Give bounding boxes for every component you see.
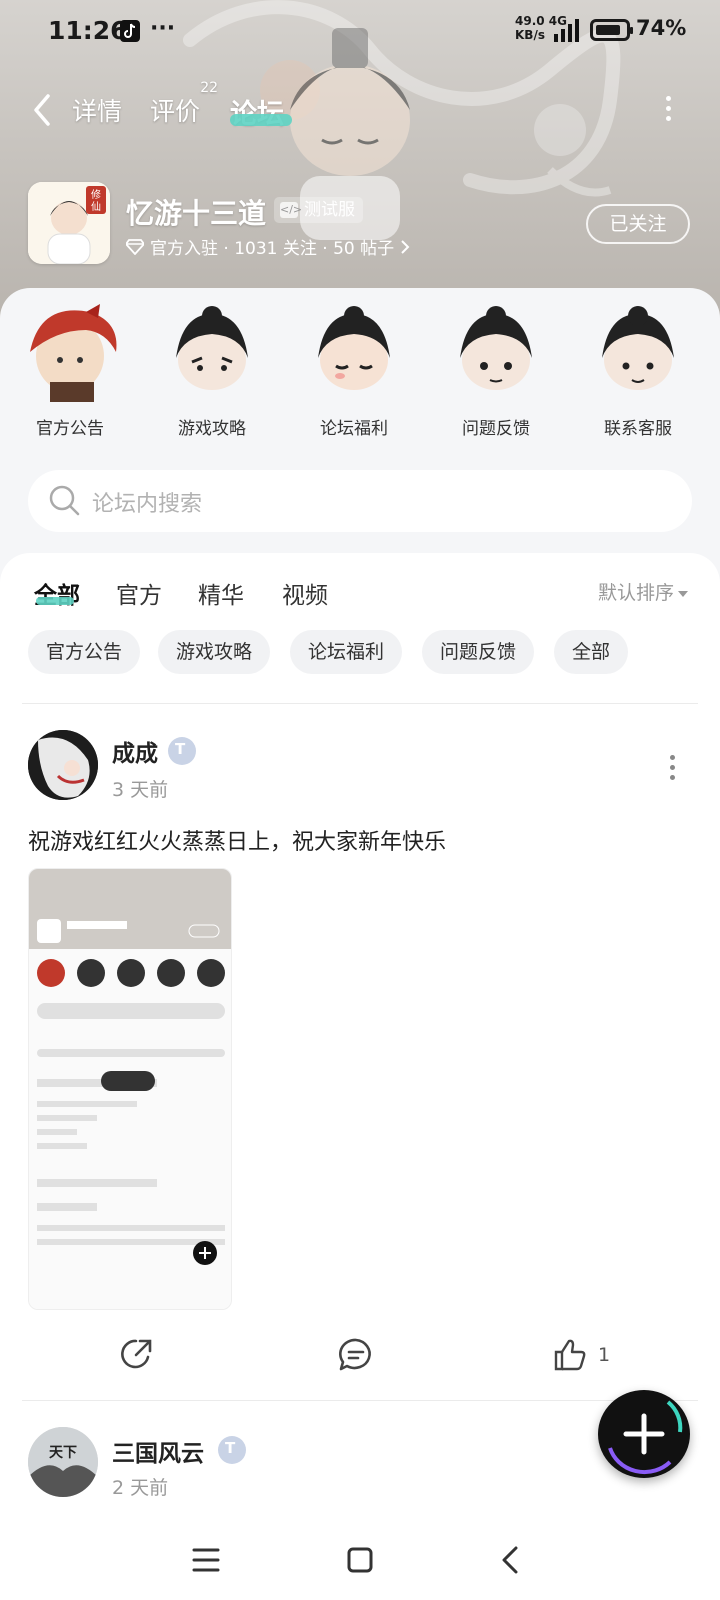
home-icon[interactable]	[340, 1540, 380, 1580]
post-content[interactable]: 祝游戏红红火火蒸蒸日上，祝大家新年快乐	[28, 824, 446, 856]
level-badge-icon	[218, 1436, 246, 1464]
reviews-count-badge: 22	[200, 80, 219, 96]
battery-percent: 74%	[636, 16, 687, 40]
diamond-icon	[126, 238, 144, 255]
forum-search-input[interactable]: 论坛内搜索	[28, 470, 692, 532]
user-avatar-icon	[28, 730, 98, 800]
category-customer-service[interactable]: 联系客服	[578, 302, 698, 439]
create-post-button[interactable]	[598, 1390, 690, 1478]
net-speed-unit: KB/s	[515, 28, 545, 42]
system-navigation-bar	[0, 1520, 720, 1600]
code-icon: </>	[280, 202, 303, 218]
comment-icon	[339, 1338, 371, 1371]
game-icon[interactable]: 修 仙	[28, 182, 110, 264]
avatar-text: 天下	[49, 1445, 77, 1461]
menu-icon[interactable]	[186, 1540, 226, 1580]
tiktok-notification-icon	[120, 20, 140, 42]
feed-tab-official[interactable]: 官方	[116, 576, 162, 610]
game-meta-text: 官方入驻 · 1031 关注 · 50 帖子	[150, 239, 395, 259]
top-navigation: 详情 评价 22 论坛	[0, 80, 720, 140]
post-time: 2 天前	[112, 1477, 169, 1499]
back-arrow-icon[interactable]	[30, 92, 54, 128]
tab-details[interactable]: 详情	[72, 92, 122, 128]
level-badge-icon	[168, 737, 196, 765]
like-count: 1	[598, 1344, 611, 1366]
chip-all[interactable]: 全部	[554, 630, 629, 674]
status-time: 11:26	[48, 16, 128, 45]
chevron-right-icon	[401, 239, 410, 254]
chip-game-guide[interactable]: 游戏攻略	[158, 630, 271, 674]
sort-label: 默认排序	[598, 582, 675, 604]
net-speed-value: 49.0	[515, 14, 545, 28]
search-icon	[49, 485, 80, 516]
game-guide-icon	[176, 306, 248, 390]
chip-feedback[interactable]: 问题反馈	[422, 630, 535, 674]
caret-down-icon	[678, 590, 689, 597]
category-label: 论坛福利	[320, 419, 388, 439]
test-server-tag: </> 测试服	[274, 197, 363, 223]
post-time: 3 天前	[112, 779, 169, 801]
game-icon-text-2: 仙	[91, 200, 101, 213]
chip-official-announcement[interactable]: 官方公告	[28, 630, 141, 674]
category-label: 游戏攻略	[178, 419, 246, 439]
category-official-announcement[interactable]: 官方公告	[10, 302, 130, 439]
chip-forum-welfare[interactable]: 论坛福利	[290, 630, 403, 674]
signal-icon	[554, 19, 579, 42]
tab-reviews[interactable]: 评价 22	[150, 80, 218, 128]
game-title: 忆游十三道	[126, 197, 267, 230]
share-button[interactable]	[118, 1337, 154, 1373]
game-meta[interactable]: 官方入驻 · 1031 关注 · 50 帖子	[126, 234, 410, 259]
game-character-icon: 修 仙	[28, 182, 110, 264]
category-shortcuts: 官方公告 游戏攻略 论坛福利 问题反馈 联系客服	[0, 302, 720, 442]
category-forum-welfare[interactable]: 论坛福利	[294, 302, 414, 439]
thumbs-up-icon	[554, 1339, 586, 1371]
like-button[interactable]: 1	[552, 1337, 610, 1373]
search-placeholder: 论坛内搜索	[92, 492, 203, 517]
avatar[interactable]: 天下	[28, 1427, 98, 1497]
comment-button[interactable]	[338, 1337, 374, 1373]
post-author[interactable]: 成成	[112, 734, 158, 768]
user-avatar-icon: 天下	[28, 1427, 98, 1497]
category-label: 联系客服	[604, 419, 672, 439]
post-more-icon[interactable]	[668, 755, 676, 780]
feedback-icon	[460, 306, 532, 390]
back-icon[interactable]	[492, 1540, 532, 1580]
tab-reviews-label: 评价	[150, 97, 201, 126]
category-game-guide[interactable]: 游戏攻略	[152, 302, 272, 439]
category-label: 官方公告	[36, 419, 104, 439]
post-author[interactable]: 三国风云	[112, 1434, 204, 1468]
follow-button[interactable]: 已关注	[586, 204, 690, 244]
feed-tab-video[interactable]: 视频	[282, 576, 328, 610]
more-options-icon[interactable]	[664, 96, 672, 126]
customer-service-icon	[602, 306, 674, 390]
share-icon	[121, 1339, 152, 1369]
official-announcement-icon	[30, 304, 117, 402]
more-notifications-icon: ···	[150, 16, 176, 41]
avatar[interactable]	[28, 730, 98, 800]
divider	[22, 1400, 698, 1401]
plus-icon	[608, 1400, 683, 1475]
feed-tab-featured[interactable]: 精华	[198, 576, 244, 610]
feed-tab-indicator	[36, 597, 74, 605]
category-feedback[interactable]: 问题反馈	[436, 302, 556, 439]
battery-icon	[590, 19, 633, 41]
category-label: 问题反馈	[462, 419, 530, 439]
screenshot-thumbnail-icon	[29, 869, 231, 1309]
post-image[interactable]	[28, 868, 232, 1310]
status-bar: 11:26 ··· 49.0 4G KB/s 74%	[0, 0, 720, 64]
test-server-label: 测试服	[304, 200, 355, 220]
tab-forum-indicator	[230, 114, 292, 126]
game-icon-text-1: 修	[91, 188, 101, 201]
forum-welfare-icon	[318, 306, 390, 390]
divider	[22, 703, 698, 704]
sort-dropdown[interactable]: 默认排序	[598, 578, 689, 605]
